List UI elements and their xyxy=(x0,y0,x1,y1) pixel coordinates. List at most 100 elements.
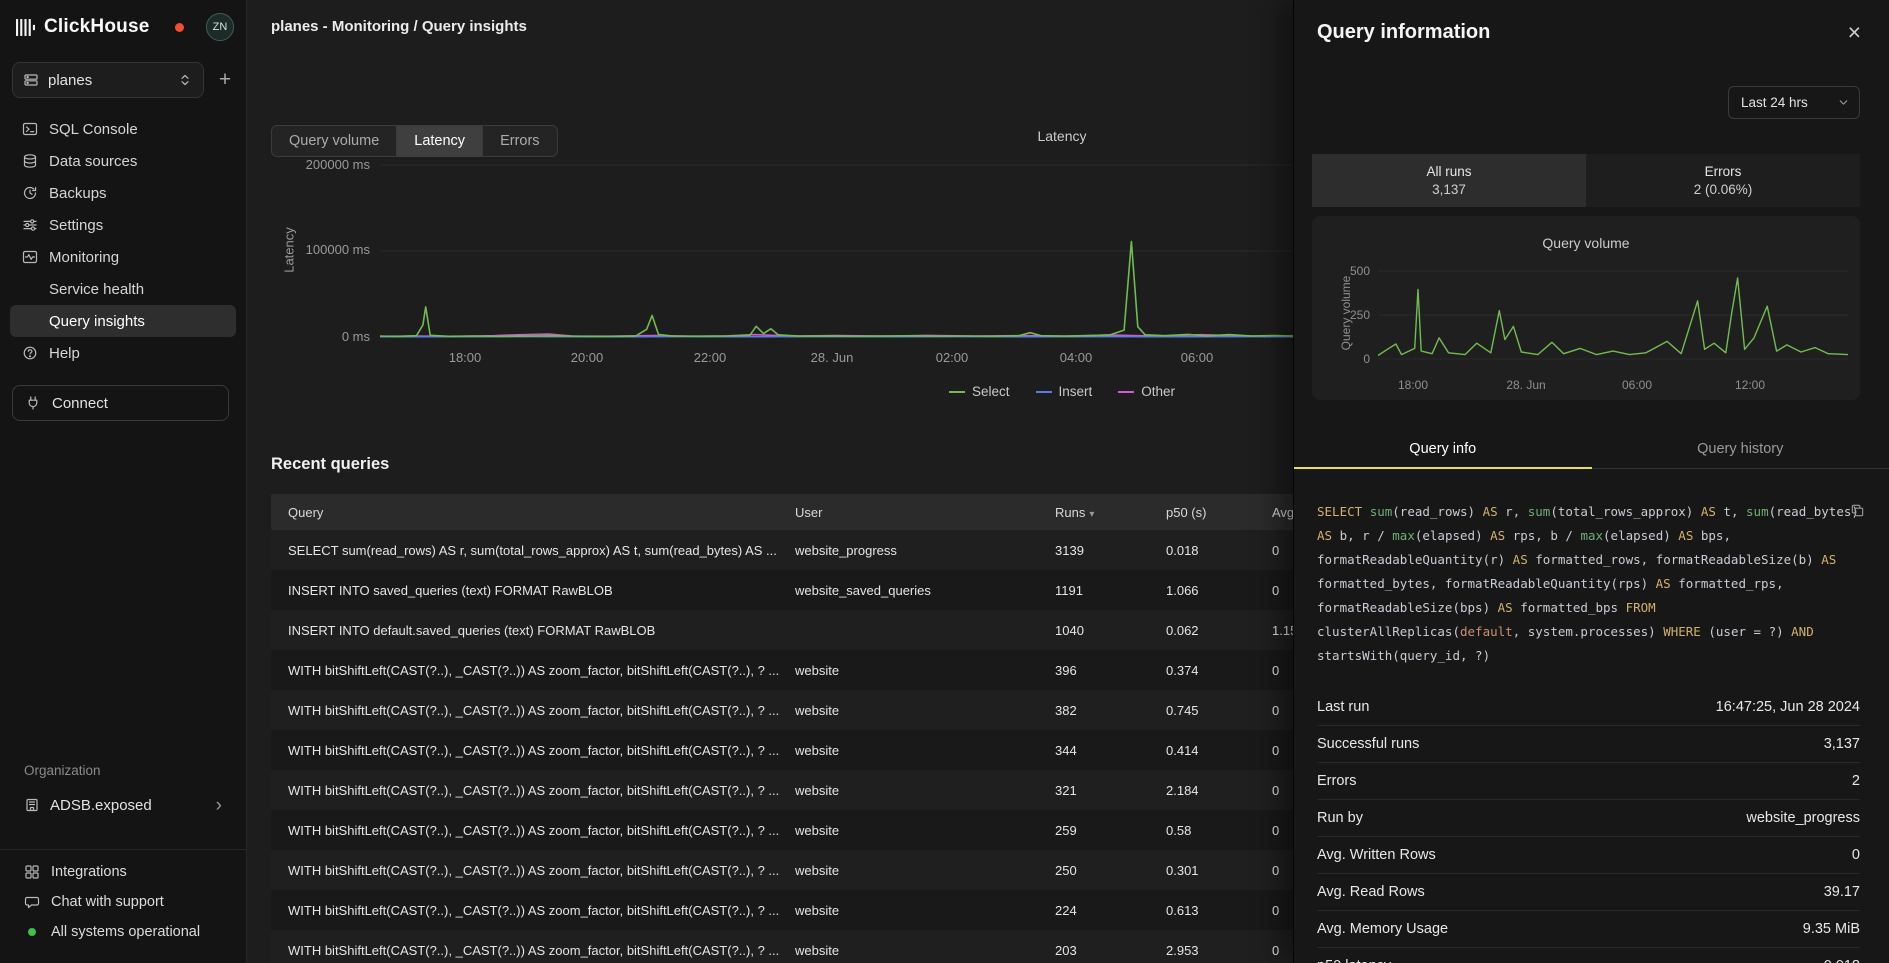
column-header-runs[interactable]: Runs▾ xyxy=(1055,505,1166,520)
legend-swatch-icon xyxy=(949,391,965,393)
stat-row-avg-read-rows: Avg. Read Rows 39.17 xyxy=(1317,873,1860,910)
stat-value: 0 xyxy=(1852,847,1860,863)
sidebar-divider xyxy=(0,849,246,850)
footer-item-label: All systems operational xyxy=(51,924,200,940)
legend-label: Insert xyxy=(1059,384,1093,399)
sidebar-item-label: Query insights xyxy=(49,313,145,330)
query-volume-y-tick: 0 xyxy=(1326,352,1370,366)
latency-x-tick: 18:00 xyxy=(449,350,482,365)
stat-tab-errors[interactable]: Errors 2 (0.06%) xyxy=(1586,154,1860,207)
cell-p50: 0.062 xyxy=(1166,623,1272,638)
footer-item-chat-with-support[interactable]: Chat with support xyxy=(10,887,236,917)
legend-item-other[interactable]: Other xyxy=(1118,384,1175,399)
column-header-p50-s[interactable]: p50 (s) xyxy=(1166,505,1272,520)
chevron-down-icon xyxy=(1837,96,1850,109)
latency-x-tick: 06:00 xyxy=(1181,350,1214,365)
stat-tab-label: All runs xyxy=(1426,164,1471,179)
sidebar-item-query-insights[interactable]: Query insights xyxy=(10,305,236,337)
query-volume-chart-title: Query volume xyxy=(1312,235,1860,251)
cell-runs: 321 xyxy=(1055,783,1166,798)
latency-y-tick: 0 ms xyxy=(267,329,370,344)
cell-user: website xyxy=(795,823,1055,838)
workspace-selector[interactable]: planes xyxy=(12,62,204,98)
sidebar-item-help[interactable]: Help xyxy=(10,337,236,369)
stat-label: Errors xyxy=(1317,773,1356,789)
cell-runs: 1191 xyxy=(1055,583,1166,598)
cell-query: WITH bitShiftLeft(CAST(?..), _CAST(?..))… xyxy=(271,783,795,798)
stat-tab-value: 2 (0.06%) xyxy=(1694,182,1753,197)
cell-user: website xyxy=(795,743,1055,758)
stat-label: p50 latency xyxy=(1317,958,1391,963)
tab-query-volume[interactable]: Query volume xyxy=(272,126,397,156)
sidebar-item-backups[interactable]: Backups xyxy=(10,177,236,209)
cell-p50: 0.414 xyxy=(1166,743,1272,758)
footer-item-integrations[interactable]: Integrations xyxy=(10,857,236,887)
cell-p50: 0.374 xyxy=(1166,663,1272,678)
sidebar-item-data-sources[interactable]: Data sources xyxy=(10,145,236,177)
latency-y-tick: 100000 ms xyxy=(267,242,370,257)
chat-icon xyxy=(24,894,40,910)
sidebar-item-settings[interactable]: Settings xyxy=(10,209,236,241)
organization-selector[interactable]: ADSB.exposed › xyxy=(10,787,236,823)
database-icon xyxy=(22,153,38,169)
query-stats-list: Last run16:47:25, Jun 28 2024Successful … xyxy=(1317,688,1860,963)
sidebar-item-label: Monitoring xyxy=(49,249,119,266)
stat-label: Avg. Written Rows xyxy=(1317,847,1436,863)
cell-p50: 0.745 xyxy=(1166,703,1272,718)
cell-user: website xyxy=(795,943,1055,958)
sort-icon: ▾ xyxy=(1089,509,1094,520)
footer-item-all-systems-operational[interactable]: All systems operational xyxy=(10,917,236,947)
panel-tab-query-history[interactable]: Query history xyxy=(1592,430,1889,468)
sidebar-footer: IntegrationsChat with support All systems… xyxy=(10,857,236,947)
stat-tab-label: Errors xyxy=(1705,164,1742,179)
query-volume-x-tick: 12:00 xyxy=(1735,378,1765,392)
stat-label: Run by xyxy=(1317,810,1363,826)
cell-query: WITH bitShiftLeft(CAST(?..), _CAST(?..))… xyxy=(271,943,795,958)
stat-value: 3,137 xyxy=(1824,736,1860,752)
query-volume-x-tick: 28. Jun xyxy=(1506,378,1545,392)
legend-item-select[interactable]: Select xyxy=(949,384,1010,399)
sidebar-item-service-health[interactable]: Service health xyxy=(10,273,236,305)
cell-user: website xyxy=(795,783,1055,798)
latency-x-tick: 04:00 xyxy=(1060,350,1093,365)
query-volume-chart xyxy=(1378,256,1848,376)
column-header-user[interactable]: User xyxy=(795,505,1055,520)
query-volume-chart-box: Query volume Query volume 5002500 18:002… xyxy=(1312,216,1860,400)
cell-p50: 2.184 xyxy=(1166,783,1272,798)
clickhouse-logo[interactable]: ClickHouse xyxy=(16,16,149,38)
cell-runs: 396 xyxy=(1055,663,1166,678)
legend-item-insert[interactable]: Insert xyxy=(1036,384,1093,399)
sidebar-item-monitoring[interactable]: Monitoring xyxy=(10,241,236,273)
query-information-panel: Query information × Last 24 hrs All runs… xyxy=(1293,0,1889,963)
sidebar: ClickHouse ZN planes + SQL ConsoleData s… xyxy=(0,0,247,963)
cell-user: website_progress xyxy=(795,543,1055,558)
stat-tab-all-runs[interactable]: All runs3,137 xyxy=(1312,154,1586,207)
stat-row-avg-memory-usage: Avg. Memory Usage9.35 MiB xyxy=(1317,910,1860,947)
panel-tab-query-info[interactable]: Query info xyxy=(1294,430,1592,468)
cell-runs: 1040 xyxy=(1055,623,1166,638)
stat-label: Avg. Read Rows xyxy=(1317,884,1425,900)
sidebar-bottom: Organization ADSB.exposed › Integrations… xyxy=(0,751,246,963)
close-icon[interactable]: × xyxy=(1842,20,1867,45)
latency-x-tick: 20:00 xyxy=(571,350,604,365)
cell-runs: 3139 xyxy=(1055,543,1166,558)
avatar[interactable]: ZN xyxy=(206,13,234,41)
copy-icon[interactable] xyxy=(1850,503,1865,521)
column-header-query[interactable]: Query xyxy=(271,505,795,520)
updown-chevron-icon xyxy=(177,72,193,88)
cell-user: website xyxy=(795,863,1055,878)
stat-value: 0.018 xyxy=(1824,958,1860,963)
help-icon xyxy=(22,345,38,361)
stat-row-last-run: Last run16:47:25, Jun 28 2024 xyxy=(1317,688,1860,725)
console-icon xyxy=(22,121,38,137)
connect-label: Connect xyxy=(52,395,108,412)
cell-user: website xyxy=(795,663,1055,678)
sidebar-item-sql-console[interactable]: SQL Console xyxy=(10,113,236,145)
add-service-button[interactable]: + xyxy=(212,65,238,95)
sql-query-text: SELECT sum(read_rows) AS r, sum(total_ro… xyxy=(1317,500,1865,668)
stat-value: 16:47:25, Jun 28 2024 xyxy=(1716,699,1860,715)
time-range-select[interactable]: Last 24 hrs xyxy=(1728,86,1860,119)
connect-button[interactable]: Connect xyxy=(12,385,229,421)
stat-value: 39.17 xyxy=(1824,884,1860,900)
cell-runs: 250 xyxy=(1055,863,1166,878)
